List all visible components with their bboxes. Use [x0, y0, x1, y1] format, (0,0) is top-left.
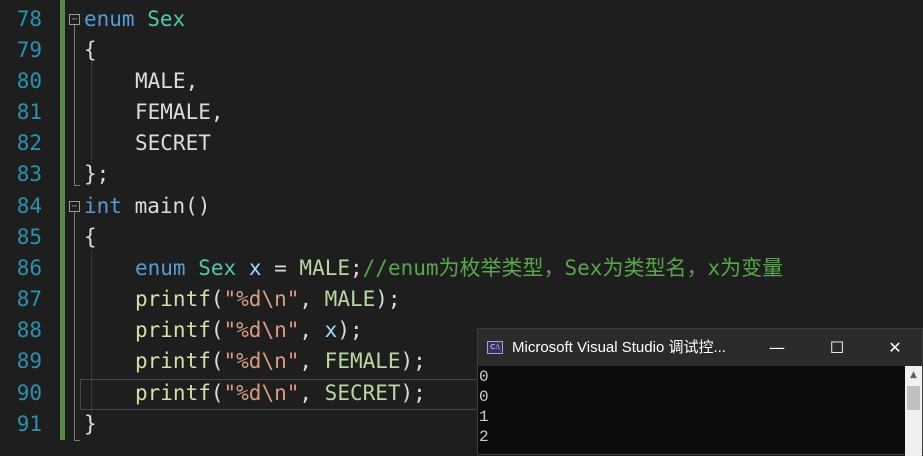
brace: {	[84, 225, 97, 249]
code-line[interactable]: 86 enum Sex x = MALE;//enum为枚举类型，Sex为类型名…	[0, 253, 923, 284]
paren: );	[400, 381, 426, 405]
scroll-up-icon[interactable]: ▲	[905, 366, 922, 384]
console-title-bar[interactable]: C:\ Microsoft Visual Studio 调试控... — ☐ ✕	[478, 329, 922, 366]
brace: {	[84, 38, 97, 62]
console-app-icon: C:\	[487, 341, 503, 354]
code-line[interactable]: 87 printf("%d\n", MALE);	[0, 284, 923, 315]
enum-member: SECRET	[324, 381, 401, 405]
string-literal: "%d\n"	[223, 318, 300, 342]
console-output[interactable]: 0 0 1 2	[479, 367, 489, 447]
line-number: 83	[16, 162, 42, 186]
string-literal: "%d\n"	[223, 349, 300, 373]
line-number: 88	[16, 318, 42, 342]
keyword: int	[84, 194, 122, 218]
function-call: printf	[135, 318, 211, 342]
enum-member: MALE	[299, 256, 350, 280]
variable: x	[324, 318, 338, 342]
code-line[interactable]: 83 };	[0, 159, 923, 190]
keyword: enum	[135, 256, 186, 280]
semicolon: ;	[350, 256, 363, 280]
enum-member: MALE,	[135, 69, 199, 93]
maximize-button[interactable]: ☐	[808, 329, 866, 366]
line-number: 82	[16, 131, 42, 155]
scrollbar-thumb[interactable]	[907, 386, 920, 410]
console-title: Microsoft Visual Studio 调试控...	[512, 339, 726, 356]
paren: (	[210, 318, 224, 342]
type-name: Sex	[147, 7, 186, 31]
line-number: 91	[16, 412, 42, 436]
variable: x	[248, 256, 262, 280]
enum-member: FEMALE,	[135, 100, 224, 124]
code-line[interactable]: 81 FEMALE,	[0, 97, 923, 128]
function-call: printf	[135, 381, 211, 405]
line-number: 86	[16, 256, 42, 280]
debug-console-window[interactable]: C:\ Microsoft Visual Studio 调试控... — ☐ ✕…	[477, 328, 923, 456]
brace: };	[84, 162, 110, 186]
line-number: 85	[16, 225, 42, 249]
paren: );	[337, 318, 363, 342]
line-number: 81	[16, 100, 42, 124]
string-literal: "%d\n"	[223, 381, 300, 405]
close-button[interactable]: ✕	[866, 329, 923, 366]
fold-end-tick	[74, 440, 80, 441]
line-number: 79	[16, 38, 42, 62]
line-number: 90	[16, 381, 42, 405]
function-call: printf	[135, 349, 211, 373]
paren: );	[375, 287, 401, 311]
string-literal: "%d\n"	[223, 287, 300, 311]
line-number: 80	[16, 69, 42, 93]
paren: );	[400, 349, 426, 373]
paren: (	[210, 287, 224, 311]
operator: =	[261, 256, 300, 280]
comma: ,	[299, 381, 325, 405]
paren: (	[210, 381, 224, 405]
comment: //enum为枚举类型，Sex为类型名，x为变量	[362, 256, 784, 280]
code-line[interactable]: 84 int main()	[0, 191, 923, 222]
code-line[interactable]: 78 enum Sex	[0, 4, 923, 35]
keyword: enum	[84, 7, 135, 31]
output-line: 0	[479, 368, 489, 386]
enum-member: SECRET	[135, 131, 211, 155]
code-line[interactable]: 85 {	[0, 222, 923, 253]
output-line: 0	[479, 388, 489, 406]
comma: ,	[299, 349, 325, 373]
code-line[interactable]: 82 SECRET	[0, 128, 923, 159]
paren: (	[210, 349, 224, 373]
comma: ,	[299, 318, 325, 342]
code-line[interactable]: 79 {	[0, 35, 923, 66]
brace: }	[84, 412, 97, 436]
line-number: 84	[16, 194, 42, 218]
output-line: 2	[479, 428, 489, 446]
enum-member: MALE	[324, 287, 376, 311]
line-number: 87	[16, 287, 42, 311]
minimize-button[interactable]: —	[748, 329, 806, 366]
code-line[interactable]: 80 MALE,	[0, 66, 923, 97]
comma: ,	[299, 287, 325, 311]
function-call: printf	[135, 287, 211, 311]
line-number: 89	[16, 349, 42, 373]
enum-member: FEMALE	[324, 349, 401, 373]
function-signature: main()	[134, 194, 211, 218]
console-scrollbar[interactable]: ▲	[905, 366, 922, 456]
type-name: Sex	[198, 256, 237, 280]
output-line: 1	[479, 408, 489, 426]
line-number: 78	[16, 7, 42, 31]
